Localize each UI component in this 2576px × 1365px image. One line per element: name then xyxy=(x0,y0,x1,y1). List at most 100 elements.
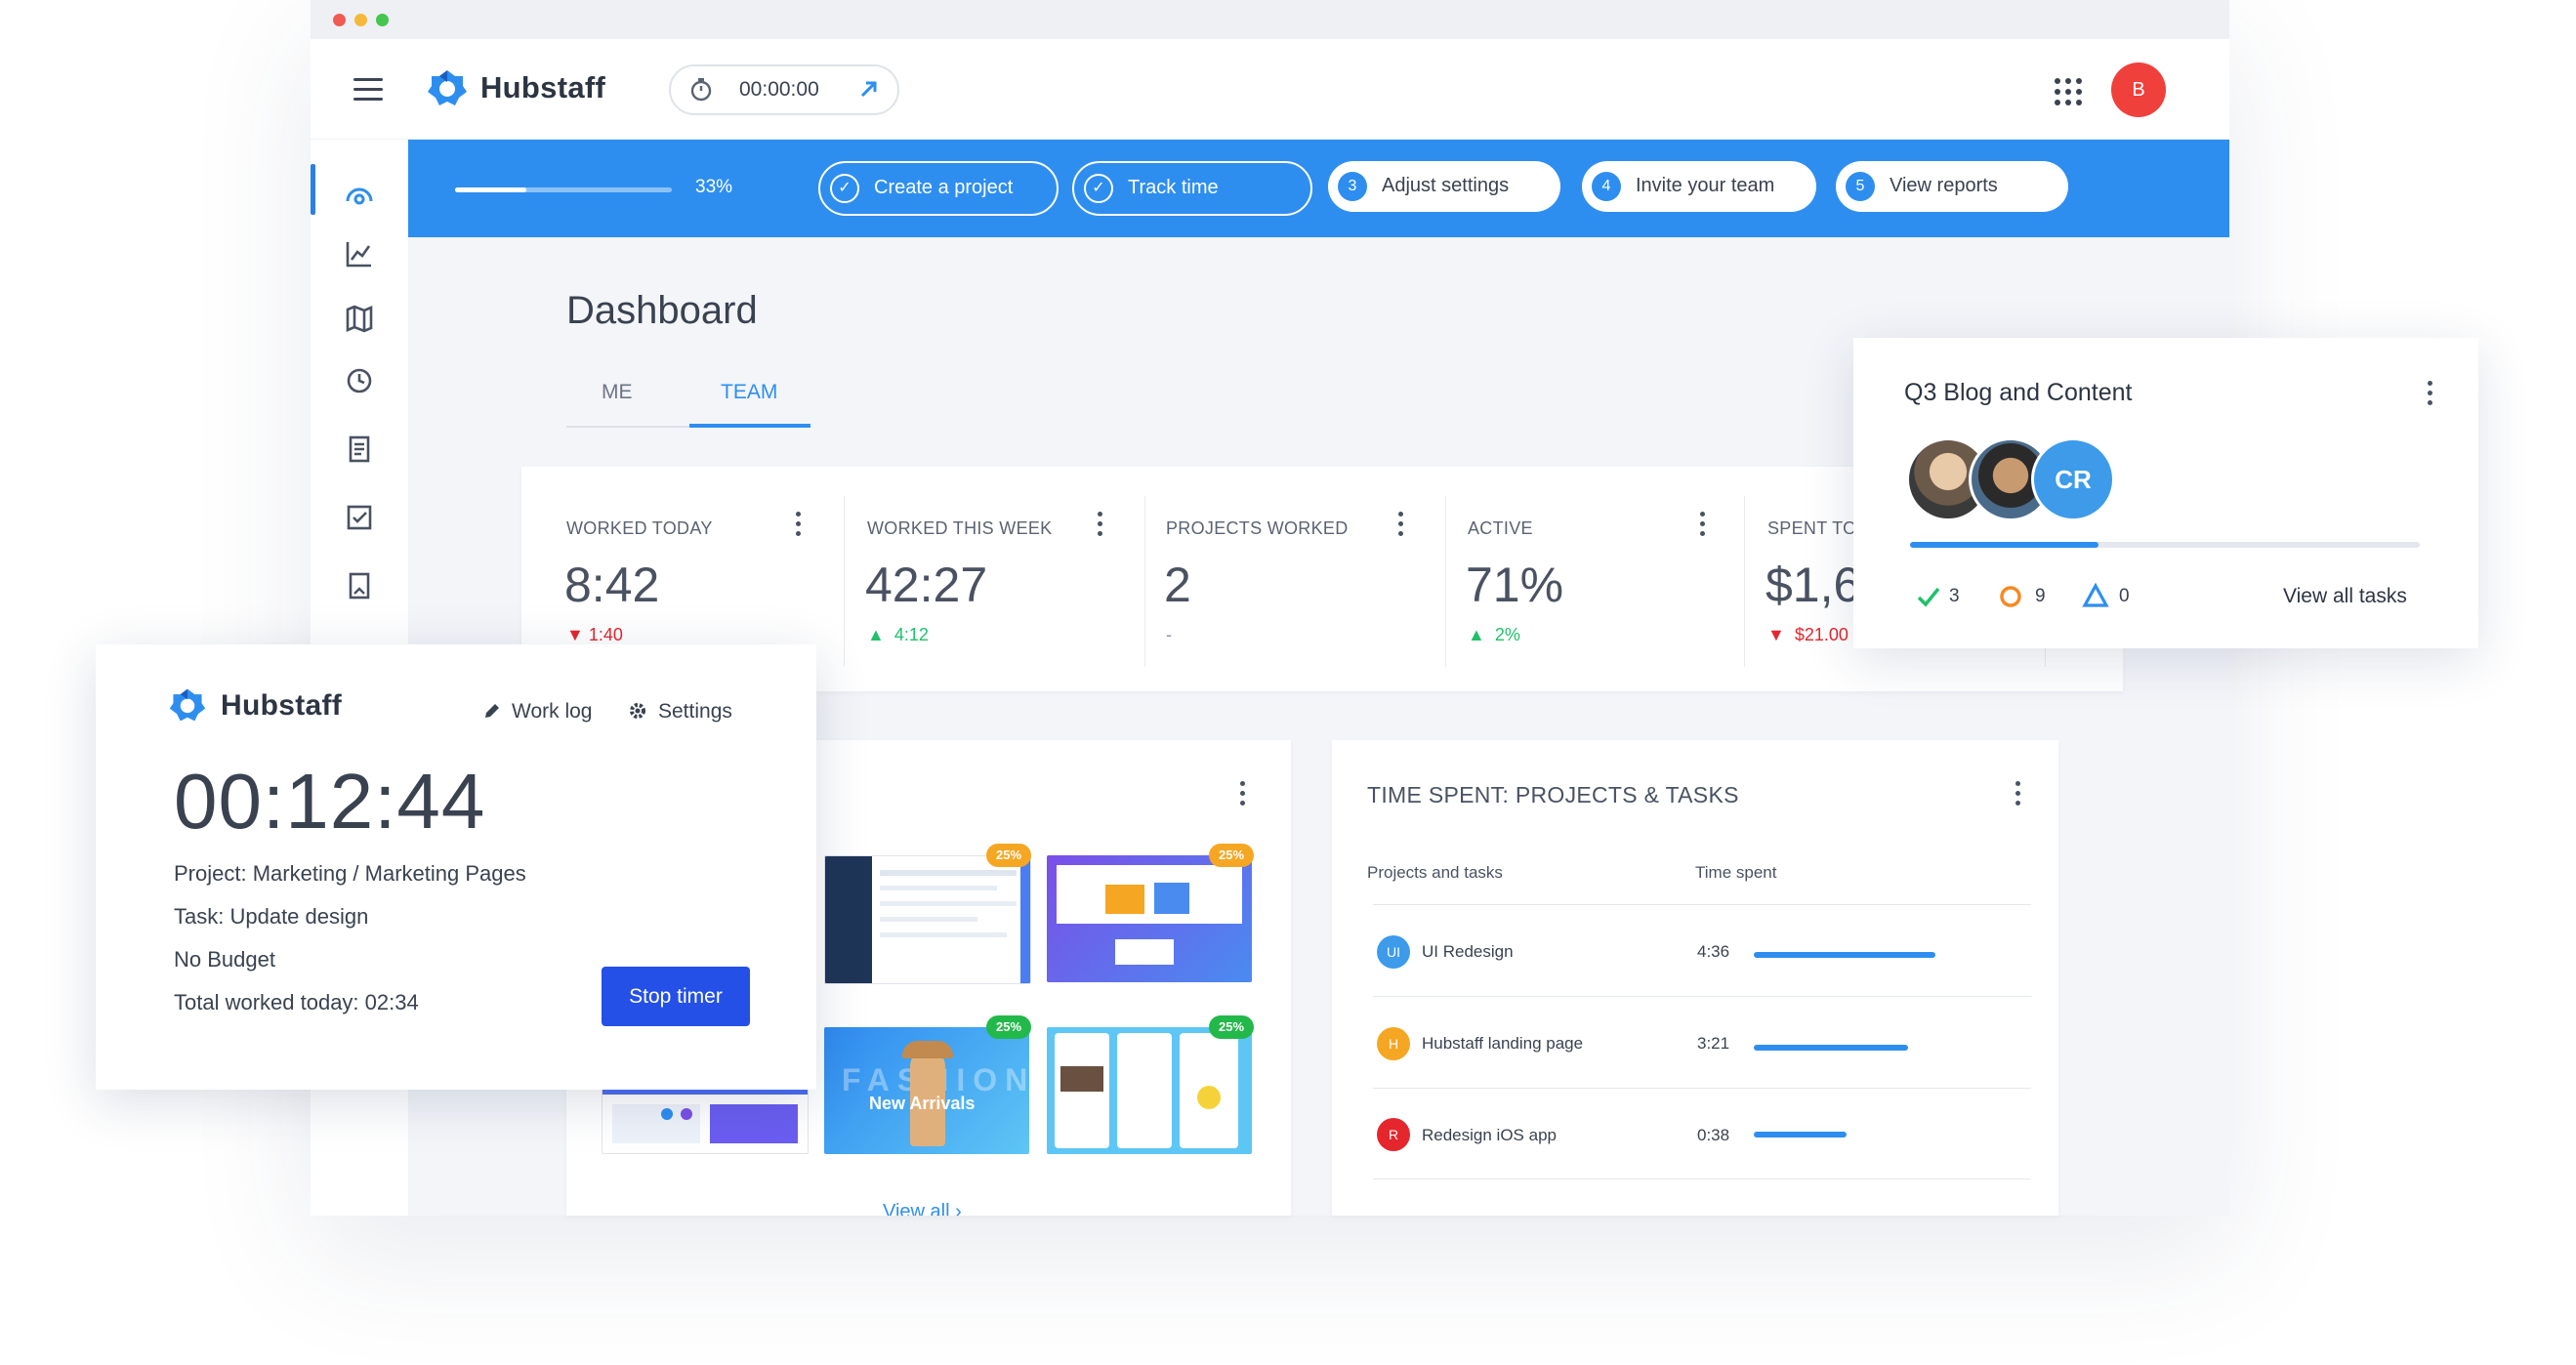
stat-delta: ▲ 4:12 xyxy=(867,625,929,644)
header-timer[interactable]: 00:00:00 xyxy=(669,64,899,115)
stat-label: PROJECTS WORKED xyxy=(1166,518,1349,538)
table-divider xyxy=(1373,996,2031,997)
open-circle-icon xyxy=(1998,584,2023,609)
project-label: Project: xyxy=(174,861,247,886)
tasks-checkbox-icon[interactable] xyxy=(342,500,377,535)
hamburger-menu-icon[interactable] xyxy=(353,78,383,102)
hubstaff-logo-icon xyxy=(168,685,207,724)
activity-badge: 25% xyxy=(1209,844,1254,867)
settings-link[interactable]: Settings xyxy=(658,700,732,724)
map-icon[interactable] xyxy=(342,301,377,336)
time-bar xyxy=(1754,952,1935,958)
step-create-project[interactable]: ✓ Create a project xyxy=(818,161,1059,216)
close-window-dot[interactable] xyxy=(333,14,346,26)
task-value: Update design xyxy=(224,904,369,929)
checkmark-icon xyxy=(1916,584,1941,609)
step-invite-team[interactable]: 4 Invite your team xyxy=(1582,161,1816,212)
stat-label: WORKED TODAY xyxy=(566,518,713,538)
stopwatch-icon xyxy=(688,76,714,106)
step-number: 5 xyxy=(1846,172,1875,201)
screenshot-thumbnail[interactable]: FASHION New Arrivals xyxy=(824,1027,1029,1154)
maximize-window-dot[interactable] xyxy=(376,14,389,26)
step-label: Track time xyxy=(1128,177,1219,198)
step-label: Create a project xyxy=(874,177,1014,198)
screenshot-thumbnail[interactable] xyxy=(1047,1027,1252,1154)
check-icon: ✓ xyxy=(1084,174,1113,203)
activity-badge: 25% xyxy=(986,1015,1031,1039)
stat-value: 2 xyxy=(1164,558,1191,612)
stat-label: ACTIVE xyxy=(1468,518,1533,538)
check-icon: ✓ xyxy=(830,174,859,203)
stat-divider xyxy=(1144,496,1145,667)
open-count: 9 xyxy=(2035,586,2046,606)
gear-icon[interactable] xyxy=(627,700,648,722)
table-divider xyxy=(1373,1088,2031,1089)
step-label: Adjust settings xyxy=(1382,175,1510,196)
user-avatar[interactable]: B xyxy=(2111,62,2166,117)
completed-count: 3 xyxy=(1949,586,1960,606)
step-view-reports[interactable]: 5 View reports xyxy=(1836,161,2068,212)
stat-value: 71% xyxy=(1466,558,1564,612)
stat-divider xyxy=(1744,496,1745,667)
table-divider xyxy=(1373,904,2031,905)
more-options-icon[interactable] xyxy=(796,512,802,541)
step-number: 4 xyxy=(1592,172,1621,201)
project-progress-fill xyxy=(1910,542,2099,548)
more-options-icon[interactable] xyxy=(2428,381,2433,410)
step-track-time[interactable]: ✓ Track time xyxy=(1072,161,1312,216)
triangle-icon xyxy=(2082,582,2109,609)
budget-info: No Budget xyxy=(174,947,275,972)
view-all-screenshots-link[interactable]: View all › xyxy=(883,1201,962,1216)
more-options-icon[interactable] xyxy=(1240,781,1246,810)
stat-delta: ▼ 1:40 xyxy=(566,625,623,644)
more-options-icon[interactable] xyxy=(2015,781,2021,810)
screenshot-thumbnail[interactable] xyxy=(602,1084,809,1154)
invoices-icon[interactable] xyxy=(342,568,377,603)
hubstaff-logo-icon xyxy=(426,66,469,109)
project-name[interactable]: Hubstaff landing page xyxy=(1422,1034,1583,1054)
brand-name: Hubstaff xyxy=(480,70,606,104)
step-adjust-settings[interactable]: 3 Adjust settings xyxy=(1328,161,1560,212)
stat-divider xyxy=(1445,496,1446,667)
reports-chart-icon[interactable] xyxy=(342,236,377,271)
more-options-icon[interactable] xyxy=(1398,512,1404,541)
project-name[interactable]: UI Redesign xyxy=(1422,942,1514,962)
member-avatar-initials[interactable]: CR xyxy=(2031,437,2115,521)
minimize-window-dot[interactable] xyxy=(354,14,367,26)
timesheet-icon[interactable] xyxy=(342,432,377,467)
pencil-icon[interactable] xyxy=(482,701,502,721)
column-header-projects: Projects and tasks xyxy=(1367,863,1503,882)
stat-delta: - xyxy=(1166,625,1172,644)
arrow-up-right-icon[interactable] xyxy=(858,78,880,104)
onboarding-progress-fill xyxy=(455,187,527,192)
clock-icon[interactable] xyxy=(342,363,377,398)
stat-value: 8:42 xyxy=(564,558,660,612)
screenshot-thumbnail[interactable] xyxy=(824,855,1031,984)
page-title: Dashboard xyxy=(566,289,758,332)
step-label: Invite your team xyxy=(1636,175,1775,196)
sidebar-active-indicator xyxy=(311,164,315,215)
work-log-link[interactable]: Work log xyxy=(512,700,592,724)
header-timer-value: 00:00:00 xyxy=(739,78,819,101)
project-time: 3:21 xyxy=(1697,1034,1730,1053)
more-options-icon[interactable] xyxy=(1098,512,1103,541)
time-bar xyxy=(1754,1045,1909,1051)
activity-badge: 25% xyxy=(986,844,1031,867)
more-options-icon[interactable] xyxy=(1700,512,1706,541)
project-value: Marketing / Marketing Pages xyxy=(246,861,526,886)
step-number: 3 xyxy=(1338,172,1367,201)
stop-timer-button[interactable]: Stop timer xyxy=(602,967,750,1026)
stat-delta: ▲ 2% xyxy=(1468,625,1520,644)
view-all-tasks-link[interactable]: View all tasks xyxy=(2283,585,2407,608)
tracked-time-display: 00:12:44 xyxy=(174,758,486,845)
project-name[interactable]: Redesign iOS app xyxy=(1422,1126,1557,1145)
dashboard-icon[interactable] xyxy=(342,176,377,211)
active-tab-underline xyxy=(689,424,810,428)
tab-me[interactable]: ME xyxy=(602,381,633,404)
tab-team[interactable]: TEAM xyxy=(721,381,777,404)
screenshot-thumbnail[interactable] xyxy=(1047,855,1252,982)
apps-grid-icon[interactable] xyxy=(2055,78,2082,105)
project-info: Project: Marketing / Marketing Pages xyxy=(174,861,526,887)
window-titlebar xyxy=(311,0,2229,39)
thumbnail-caption: New Arrivals xyxy=(869,1094,976,1113)
